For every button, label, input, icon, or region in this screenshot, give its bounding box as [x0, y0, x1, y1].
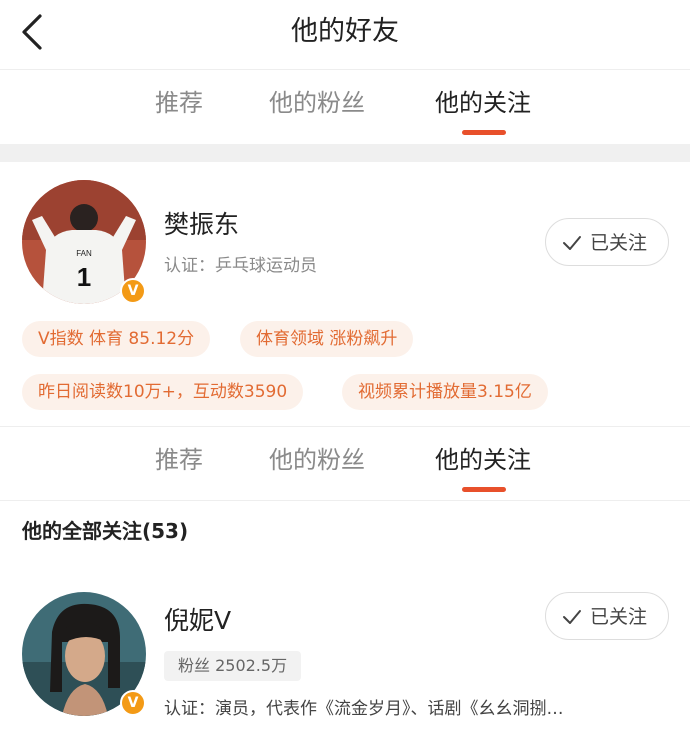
- follow-status-label: 已关注: [590, 232, 648, 254]
- follow-status-label: 已关注: [590, 606, 648, 628]
- stat-tag-reads: 昨日阅读数10万+，互动数3590: [22, 374, 304, 410]
- follow-status-button[interactable]: 已关注: [545, 218, 669, 266]
- svg-text:FAN: FAN: [76, 249, 92, 258]
- stat-tag-trending: 体育领域 涨粉飙升: [240, 321, 414, 357]
- section-separator: [0, 144, 690, 162]
- user-name[interactable]: 倪妮V: [164, 604, 231, 638]
- tab-bar: 推荐 他的粉丝 他的关注: [0, 70, 690, 144]
- tab-his-following[interactable]: 他的关注: [435, 86, 531, 120]
- checkmark-icon: [563, 236, 581, 250]
- profile-name: 樊振东: [164, 210, 240, 239]
- tab-active-indicator: [462, 487, 506, 492]
- fans-count-badge: 粉丝 2502.5万: [164, 651, 302, 681]
- tab-his-fans[interactable]: 他的粉丝: [269, 443, 365, 477]
- tab-recommended[interactable]: 推荐: [155, 86, 203, 120]
- user-certification: 认证：演员，代表作《流金岁月》、话剧《幺幺洞捌…: [164, 699, 564, 719]
- page-title: 他的好友: [291, 16, 399, 47]
- divider: [0, 500, 690, 501]
- svg-text:1: 1: [77, 262, 91, 292]
- tab-bar-secondary: 推荐 他的粉丝 他的关注: [0, 427, 690, 501]
- stat-tag-v-index: V指数 体育 85.12分: [22, 321, 211, 357]
- verified-badge-icon: V: [120, 690, 146, 716]
- verified-badge-icon: V: [120, 278, 146, 304]
- stat-tag-video-plays: 视频累计播放量3.15亿: [342, 374, 548, 410]
- follow-status-button[interactable]: 已关注: [545, 592, 669, 640]
- top-nav-bar: 他的好友: [0, 0, 690, 70]
- profile-certification: 认证：乒乓球运动员: [164, 256, 317, 276]
- checkmark-icon: [563, 610, 581, 624]
- tab-his-fans[interactable]: 他的粉丝: [269, 86, 365, 120]
- tab-his-following[interactable]: 他的关注: [435, 443, 531, 477]
- following-list-title: 他的全部关注(53): [22, 519, 189, 543]
- tab-active-indicator: [462, 130, 506, 135]
- tab-recommended[interactable]: 推荐: [155, 443, 203, 477]
